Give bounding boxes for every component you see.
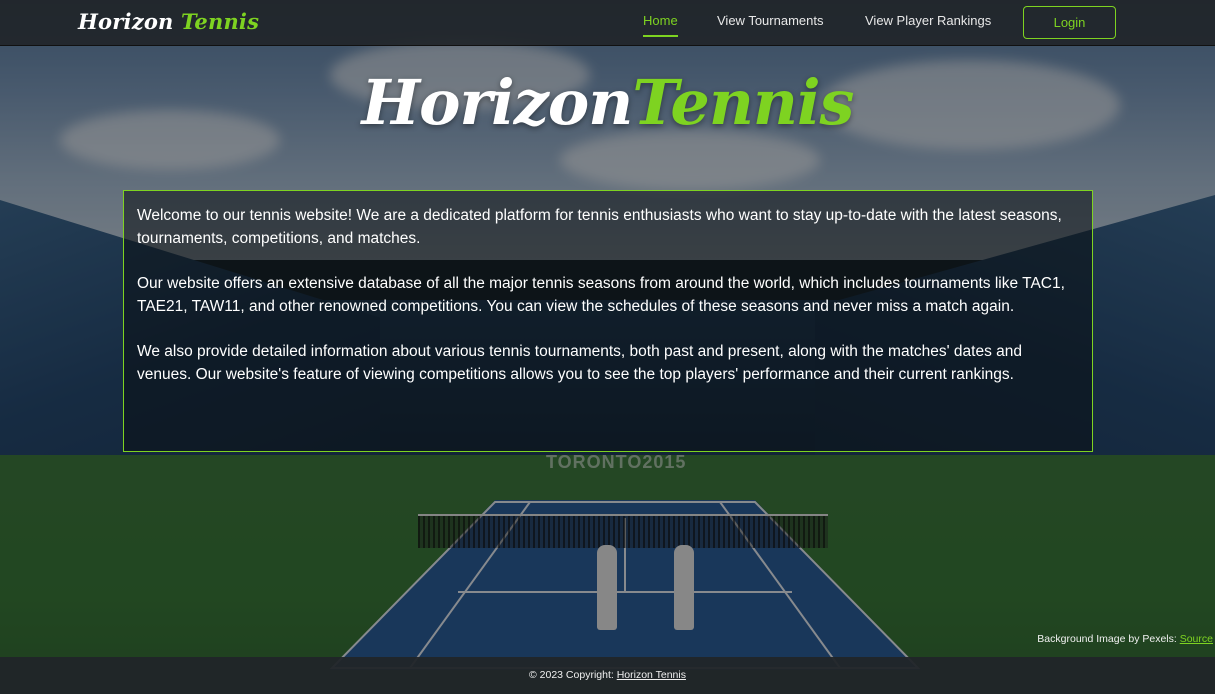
brand-logo[interactable]: Horizon Tennis (78, 9, 259, 34)
footer-brand-link[interactable]: Horizon Tennis (617, 669, 686, 681)
footer: © 2023 Copyright: Horizon Tennis (0, 657, 1215, 694)
hero-title-part1: Horizon (361, 66, 634, 139)
brand-part2: Tennis (181, 9, 260, 34)
intro-paragraph: We also provide detailed information abo… (137, 343, 1022, 383)
hero-title-part2: Tennis (632, 66, 854, 139)
intro-paragraph: Welcome to our tennis website! We are a … (137, 207, 1062, 247)
image-credit-text: Background Image by Pexels: (1037, 633, 1177, 645)
brand-part1: Horizon (78, 9, 174, 34)
image-source-link[interactable]: Source (1180, 633, 1213, 645)
intro-paragraph: Our website offers an extensive database… (137, 275, 1065, 315)
login-button[interactable]: Login (1023, 6, 1116, 39)
nav-view-tournaments[interactable]: View Tournaments (717, 13, 823, 28)
intro-box: Welcome to our tennis website! We are a … (123, 190, 1093, 452)
navbar: Horizon Tennis Home View Tournaments Vie… (0, 0, 1215, 46)
image-credit: Background Image by Pexels: Source (1037, 633, 1213, 645)
footer-copyright-text: © 2023 Copyright: (529, 669, 614, 681)
nav-view-player-rankings[interactable]: View Player Rankings (865, 13, 991, 28)
hero-title: HorizonTennis (0, 66, 1215, 140)
nav-home[interactable]: Home (643, 13, 678, 37)
